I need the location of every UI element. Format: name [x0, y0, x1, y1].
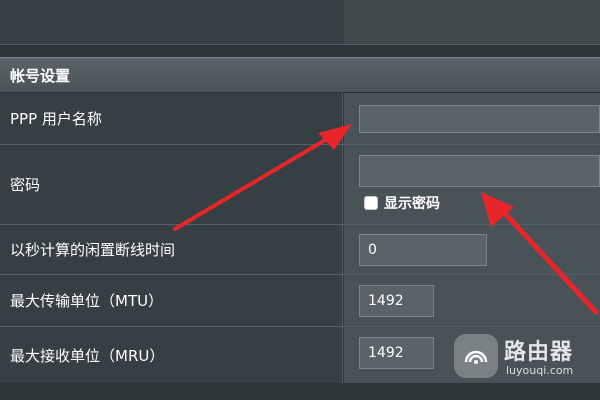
section-header-account-settings: 帐号设置 [0, 57, 600, 93]
previous-row-value-cell [344, 0, 600, 44]
form-row-mtu: 最大传输单位（MTU） 1492 [0, 275, 600, 327]
show-password-label: 显示密码 [384, 196, 440, 212]
form-row-idle-timeout: 以秒计算的闲置断线时间 0 [0, 225, 600, 275]
password-value-cell: 显示密码 [344, 145, 600, 224]
previous-section-row [0, 0, 600, 45]
mru-input[interactable]: 1492 [359, 337, 434, 369]
password-input[interactable] [359, 155, 600, 187]
router-logo-icon [454, 334, 498, 378]
form-row-ppp-username: PPP 用户名称 [0, 93, 600, 145]
mtu-input[interactable]: 1492 [359, 285, 434, 317]
watermark: 路由器 luyouqi.com [454, 328, 594, 388]
watermark-url: luyouqi.com [506, 364, 574, 377]
password-label: 密码 [0, 145, 343, 224]
show-password-checkbox[interactable] [364, 196, 378, 210]
mru-label: 最大接收单位（MRU） [0, 327, 343, 383]
previous-row-label-cell [0, 0, 343, 44]
ppp-username-input[interactable] [359, 105, 600, 133]
ppp-username-value-cell [344, 93, 600, 144]
mtu-label: 最大传输单位（MTU） [0, 275, 343, 326]
router-settings-window: 帐号设置 PPP 用户名称 密码 显示密码 以秒计算的闲置断线时间 0 最大传输… [0, 0, 600, 400]
idle-timeout-label: 以秒计算的闲置断线时间 [0, 225, 343, 274]
idle-timeout-value-cell: 0 [344, 225, 600, 274]
idle-timeout-input[interactable]: 0 [359, 234, 487, 266]
mtu-value-cell: 1492 [344, 275, 600, 326]
watermark-text: 路由器 [504, 340, 574, 365]
form-row-password: 密码 显示密码 [0, 145, 600, 225]
ppp-username-label: PPP 用户名称 [0, 93, 343, 144]
